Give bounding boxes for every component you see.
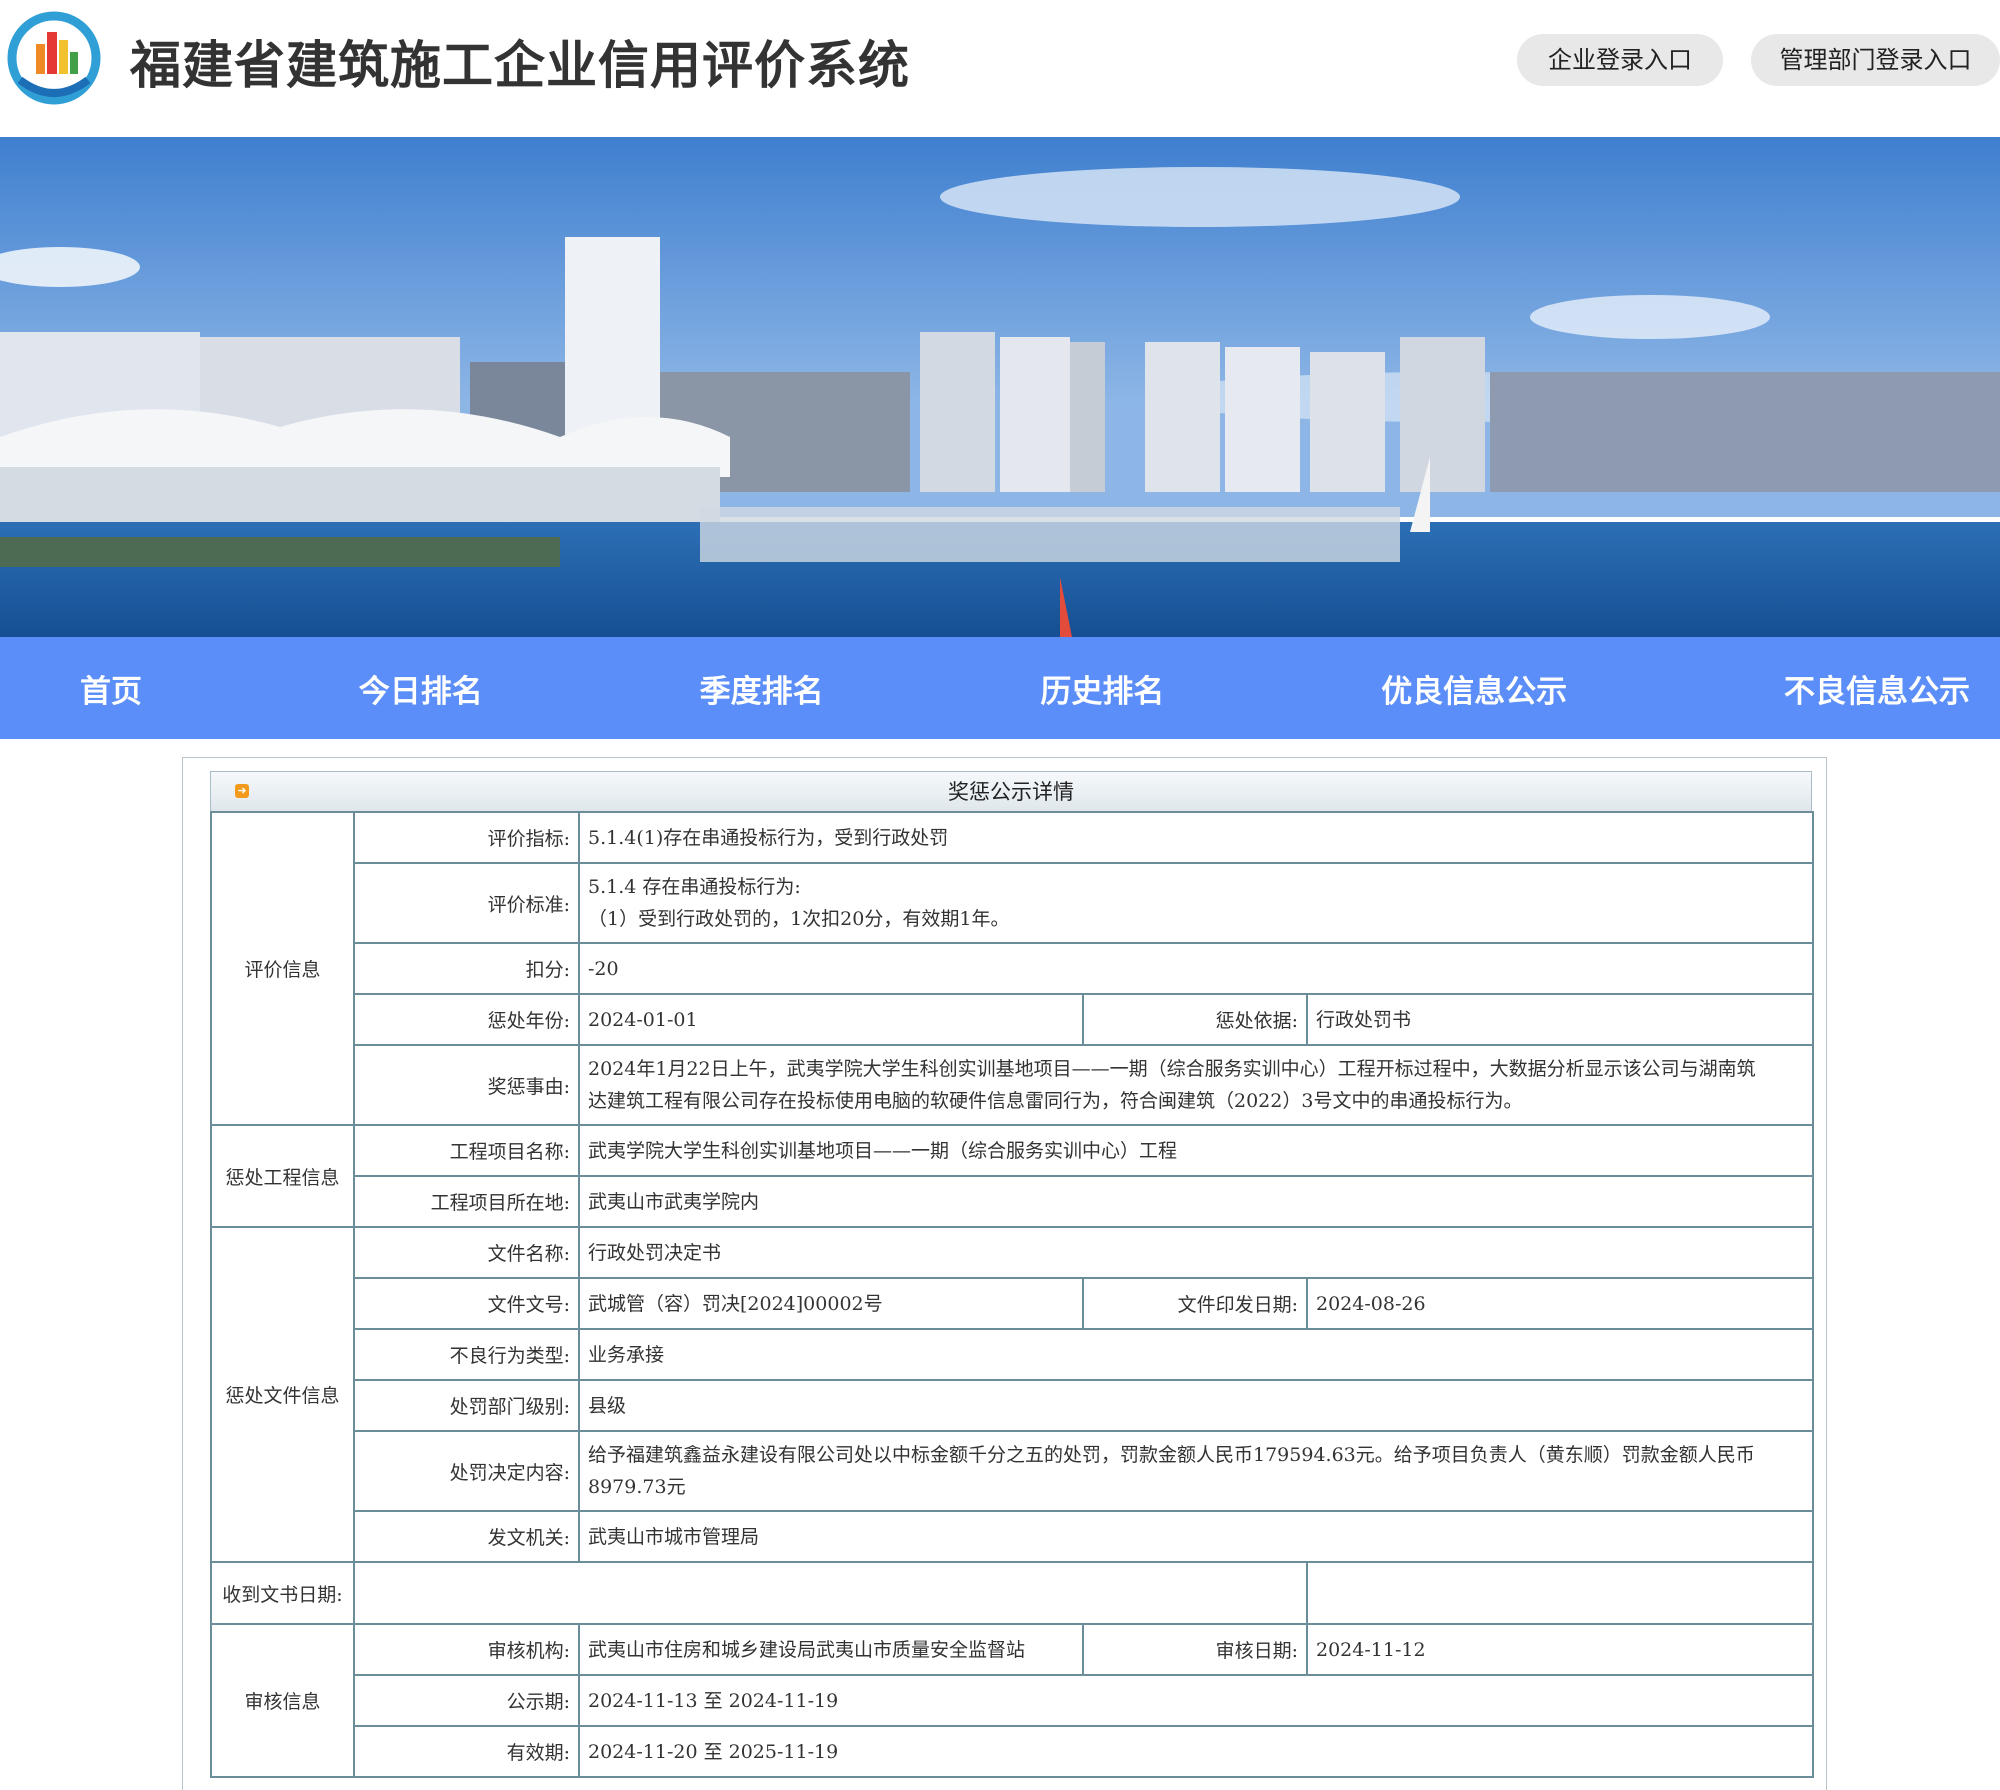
table-row: 不良行为类型: 业务承接 (211, 1328, 1815, 1381)
value-decision: 给予福建筑鑫益永建设有限公司处以中标金额千分之五的处罚，罚款金额人民币17959… (577, 1430, 1815, 1512)
table-row: 工程项目所在地: 武夷山市武夷学院内 (211, 1175, 1815, 1228)
value-project-location: 武夷山市武夷学院内 (577, 1175, 1815, 1228)
group-review: 审核信息 (210, 1623, 355, 1778)
standard-line-1: 5.1.4 存在串通投标行为: (588, 876, 801, 898)
table-row: 惩处工程信息 工程项目名称: 武夷学院大学生科创实训基地项目——一期（综合服务实… (210, 1124, 1815, 1228)
nav-bad-info[interactable]: 不良信息公示 (1784, 666, 1970, 711)
value-publicity: 2024-11-13 至 2024-11-19 (577, 1674, 1815, 1727)
label-standard: 评价标准: (353, 862, 580, 944)
value-review-org: 武夷山市住房和城乡建设局武夷山市质量安全监督站 (578, 1623, 1084, 1676)
table-row: 公示期: 2024-11-13 至 2024-11-19 (211, 1674, 1815, 1727)
site-logo-icon[interactable] (6, 10, 102, 106)
group-document: 惩处文件信息 (210, 1226, 355, 1563)
value-doc-name: 行政处罚决定书 (577, 1226, 1815, 1279)
arrow-right-icon: ➜ (235, 784, 249, 798)
table-row: 文件文号: 武城管（容）罚决[2024]00002号 文件印发日期: 2024-… (211, 1277, 1815, 1330)
detail-table: 评价信息 评价指标: 5.1.4(1)存在串通投标行为，受到行政处罚 评价标准:… (210, 811, 1815, 1778)
value-reason: 2024年1月22日上午，武夷学院大学生科创实训基地项目——一期（综合服务实训中… (577, 1044, 1815, 1126)
reason-line-1: 2024年1月22日上午，武夷学院大学生科创实训基地项目——一期（综合服务实训中… (588, 1058, 1756, 1080)
label-doc-date: 文件印发日期: (1082, 1277, 1308, 1330)
label-project-name: 工程项目名称: (353, 1124, 580, 1177)
value-received-extra (1305, 1561, 1815, 1625)
label-reason: 奖惩事由: (353, 1044, 580, 1126)
label-review-org: 审核机构: (353, 1623, 580, 1676)
value-doc-date: 2024-08-26 (1305, 1277, 1815, 1330)
label-validity: 有效期: (353, 1725, 580, 1778)
value-year: 2024-01-01 (578, 993, 1084, 1046)
label-decision: 处罚决定内容: (353, 1430, 580, 1512)
decision-line-1: 给予福建筑鑫益永建设有限公司处以中标金额千分之五的处罚，罚款金额人民币17959… (588, 1444, 1755, 1466)
label-review-date: 审核日期: (1082, 1623, 1308, 1676)
table-row: 奖惩事由: 2024年1月22日上午，武夷学院大学生科创实训基地项目——一期（综… (211, 1044, 1815, 1126)
nav-good-info[interactable]: 优良信息公示 (1381, 666, 1567, 711)
value-received-date (353, 1561, 1308, 1625)
reason-line-2: 达建筑工程有限公司存在投标使用电脑的软硬件信息雷同行为，符合闽建筑（2022）3… (588, 1090, 1523, 1112)
value-standard: 5.1.4 存在串通投标行为: （1）受到行政处罚的，1次扣20分，有效期1年。 (577, 862, 1815, 944)
label-basis: 惩处依据: (1082, 993, 1308, 1046)
table-row: 评价信息 评价指标: 5.1.4(1)存在串通投标行为，受到行政处罚 (210, 811, 1815, 1126)
table-row: 扣分: -20 (211, 942, 1815, 995)
panel-header: ➜ 奖惩公示详情 (210, 771, 1812, 812)
admin-login-button[interactable]: 管理部门登录入口 (1751, 34, 2000, 86)
value-project-name: 武夷学院大学生科创实训基地项目——一期（综合服务实训中心）工程 (577, 1124, 1815, 1177)
table-row: 处罚部门级别: 县级 (211, 1379, 1815, 1432)
table-row: 处罚决定内容: 给予福建筑鑫益永建设有限公司处以中标金额千分之五的处罚，罚款金额… (211, 1430, 1815, 1512)
decision-line-2: 8979.73元 (588, 1476, 686, 1498)
group-evaluation: 评价信息 (210, 811, 355, 1126)
value-indicator: 5.1.4(1)存在串通投标行为，受到行政处罚 (577, 811, 1815, 864)
value-dept-level: 县级 (577, 1379, 1815, 1432)
standard-line-2: （1）受到行政处罚的，1次扣20分，有效期1年。 (588, 908, 1010, 930)
nav-today-ranking[interactable]: 今日排名 (359, 666, 483, 711)
value-deduction: -20 (577, 942, 1815, 995)
nav-quarter-ranking[interactable]: 季度排名 (700, 666, 824, 711)
main-nav: 首页 今日排名 季度排名 历史排名 优良信息公示 不良信息公示 (0, 637, 2000, 739)
table-row: 惩处年份: 2024-01-01 惩处依据: 行政处罚书 (211, 993, 1815, 1046)
label-doc-name: 文件名称: (353, 1226, 580, 1279)
detail-panel: ➜ 奖惩公示详情 评价信息 评价指标: 5.1.4(1)存在串通投标行为，受到行… (182, 757, 1827, 1790)
site-title: 福建省建筑施工企业信用评价系统 (130, 37, 911, 96)
label-issuer: 发文机关: (353, 1510, 580, 1563)
label-project-location: 工程项目所在地: (353, 1175, 580, 1228)
nav-history-ranking[interactable]: 历史排名 (1040, 666, 1164, 711)
label-year: 惩处年份: (353, 993, 580, 1046)
table-row: 惩处文件信息 文件名称: 行政处罚决定书 (210, 1226, 1815, 1563)
label-doc-number: 文件文号: (353, 1277, 580, 1330)
enterprise-login-button[interactable]: 企业登录入口 (1517, 34, 1723, 86)
nav-home[interactable]: 首页 (80, 666, 142, 711)
table-row: 收到文书日期: (210, 1561, 1815, 1625)
value-issuer: 武夷山市城市管理局 (577, 1510, 1815, 1563)
label-publicity: 公示期: (353, 1674, 580, 1727)
label-deduction: 扣分: (353, 942, 580, 995)
label-indicator: 评价指标: (353, 811, 580, 864)
table-row: 发文机关: 武夷山市城市管理局 (211, 1510, 1815, 1563)
value-review-date: 2024-11-12 (1305, 1623, 1815, 1676)
table-row: 有效期: 2024-11-20 至 2025-11-19 (211, 1725, 1815, 1778)
value-basis: 行政处罚书 (1305, 993, 1815, 1046)
site-header: 福建省建筑施工企业信用评价系统 企业登录入口 管理部门登录入口 (0, 0, 2000, 137)
value-validity: 2024-11-20 至 2025-11-19 (577, 1725, 1815, 1778)
group-project: 惩处工程信息 (210, 1124, 355, 1228)
panel-title: 奖惩公示详情 (948, 780, 1074, 804)
label-received-date: 收到文书日期: (210, 1561, 355, 1625)
value-behavior-type: 业务承接 (577, 1328, 1815, 1381)
banner-image (0, 137, 2000, 637)
label-behavior-type: 不良行为类型: (353, 1328, 580, 1381)
table-row: 审核信息 审核机构: 武夷山市住房和城乡建设局武夷山市质量安全监督站 审核日期:… (210, 1623, 1815, 1778)
table-row: 评价标准: 5.1.4 存在串通投标行为: （1）受到行政处罚的，1次扣20分，… (211, 862, 1815, 944)
value-doc-number: 武城管（容）罚决[2024]00002号 (578, 1277, 1084, 1330)
label-dept-level: 处罚部门级别: (353, 1379, 580, 1432)
